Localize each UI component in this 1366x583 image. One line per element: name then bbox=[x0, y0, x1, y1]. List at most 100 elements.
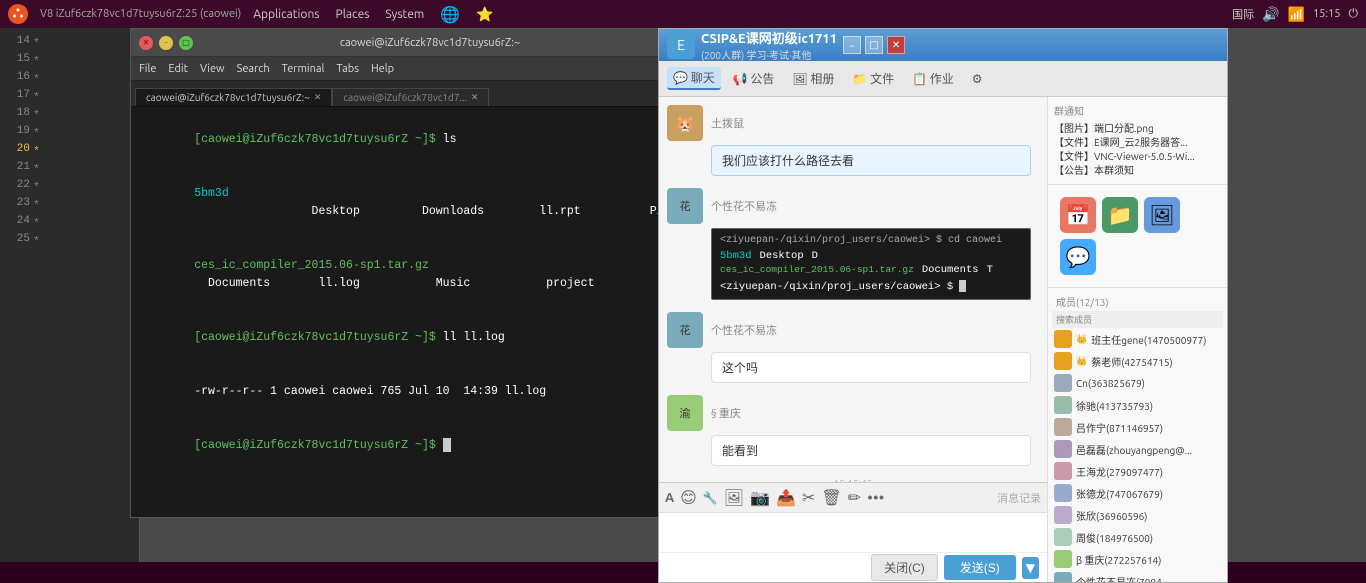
menu-view[interactable]: View bbox=[200, 63, 225, 75]
line-row-15: 15 * bbox=[0, 50, 139, 68]
chat-input-field[interactable] bbox=[659, 513, 1047, 552]
chat-close-btn[interactable]: ✕ bbox=[887, 36, 905, 54]
tool-delete[interactable]: 🗑 bbox=[821, 488, 841, 507]
chat-window-buttons: − □ ✕ bbox=[843, 36, 905, 54]
line-24-dot: * bbox=[34, 216, 39, 227]
sidebar-apps-section: 📅 📁 🖼 💬 bbox=[1048, 185, 1227, 288]
member-wang[interactable]: 王海龙(279097477) bbox=[1052, 460, 1223, 482]
member-name-xu: 徐驰(413735793) bbox=[1076, 398, 1153, 413]
network-icon[interactable]: 📶 bbox=[1288, 6, 1305, 23]
avatar-2: 花 bbox=[667, 188, 703, 224]
power-icon[interactable]: ⏻ bbox=[1349, 7, 1359, 21]
menu-terminal[interactable]: Terminal bbox=[282, 63, 325, 75]
msg-header-1: 🐹 土拨鼠 bbox=[667, 105, 1039, 141]
sidebar-notice-3[interactable]: 【文件】VNC-Viewer-5.0.5-Wi... bbox=[1054, 150, 1221, 164]
line-15: 15 bbox=[0, 53, 30, 65]
term-line-3: ces_ic_compiler_2015.06-sp1.tar.gz Docum… bbox=[139, 239, 661, 311]
sidebar-members-section: 成员(12/13) 搜索成员 👑 班主任gene(1470500977) 👑 蔡… bbox=[1048, 288, 1227, 582]
member-zhang-de[interactable]: 张德龙(747067679) bbox=[1052, 482, 1223, 504]
sidebar-notice-1[interactable]: 【图片】端口分配.png bbox=[1054, 122, 1221, 136]
menu-help[interactable]: Help bbox=[371, 63, 394, 75]
member-flower[interactable]: 个性花不易冻(7994... bbox=[1052, 570, 1223, 582]
sidebar-app-calendar[interactable]: 📅 bbox=[1060, 197, 1096, 233]
topbar-menu: Applications Places System 🌐 ⭐ bbox=[253, 5, 493, 24]
sidebar-app-album[interactable]: 🖼 bbox=[1144, 197, 1180, 233]
member-admin-teacher[interactable]: 👑 蔡老师(42754715) bbox=[1052, 350, 1223, 372]
member-name-flower: 个性花不易冻(7994... bbox=[1076, 574, 1169, 583]
chat-close-button[interactable]: 关闭(C) bbox=[871, 554, 938, 581]
language-indicator: 国际 bbox=[1232, 6, 1254, 22]
menu-edit[interactable]: Edit bbox=[168, 63, 188, 75]
chat-tab-settings[interactable]: ⚙ bbox=[966, 70, 989, 88]
send-dropdown-icon[interactable]: ▼ bbox=[1022, 557, 1039, 579]
ubuntu-logo[interactable] bbox=[8, 4, 28, 24]
member-zhou[interactable]: 邑磊磊(zhouyangpeng@... bbox=[1052, 438, 1223, 460]
chat-tab-notice[interactable]: 📢 公告 bbox=[727, 68, 781, 89]
line-25: 25 bbox=[0, 233, 30, 245]
tool-more[interactable]: ••• bbox=[867, 489, 884, 507]
member-chongqing[interactable]: β 重庆(272257614) bbox=[1052, 548, 1223, 570]
member-cn[interactable]: Cn(363825679) bbox=[1052, 372, 1223, 394]
member-xu[interactable]: 徐驰(413735793) bbox=[1052, 394, 1223, 416]
line-24: 24 bbox=[0, 215, 30, 227]
terminal-tab-1[interactable]: caowei@iZuf6czk78vc1d7tuysu6rZ:~ ✕ bbox=[135, 88, 332, 106]
line-21-dot: * bbox=[34, 162, 39, 173]
msg-header-2: 花 个性花不易冻 bbox=[667, 188, 1039, 224]
desktop: 14 * 15 * 16 * 17 * 18 * 19 * 20 * 21 * bbox=[0, 28, 1366, 562]
tool-upload[interactable]: 📤 bbox=[776, 488, 796, 507]
chat-send-button[interactable]: 发送(S) bbox=[944, 555, 1016, 580]
menu-tabs[interactable]: Tabs bbox=[336, 63, 359, 75]
sidebar-app-files[interactable]: 📁 bbox=[1102, 197, 1138, 233]
terminal-close-btn[interactable]: ✕ bbox=[139, 36, 153, 50]
sidebar-app-qq[interactable]: 💬 bbox=[1060, 239, 1096, 275]
line-row-20: 20 * bbox=[0, 140, 139, 158]
member-lv[interactable]: 吕作宁(871146957) bbox=[1052, 416, 1223, 438]
tool-font[interactable]: A bbox=[665, 491, 674, 505]
terminal-tab-2[interactable]: caowei@iZuf6czk78vc1d7... ✕ bbox=[332, 88, 489, 106]
chat-maximize-btn[interactable]: □ bbox=[865, 36, 883, 54]
member-name-chongqing: β 重庆(272257614) bbox=[1076, 552, 1161, 567]
terminal-minimize-btn[interactable]: − bbox=[159, 36, 173, 50]
member-admin-gene[interactable]: 👑 班主任gene(1470500977) bbox=[1052, 328, 1223, 350]
volume-icon[interactable]: 🔊 bbox=[1262, 6, 1279, 23]
bookmark-icon: ⭐ bbox=[476, 6, 493, 23]
chat-minimize-btn[interactable]: − bbox=[843, 36, 861, 54]
terminal-tabs: caowei@iZuf6czk78vc1d7tuysu6rZ:~ ✕ caowe… bbox=[131, 81, 669, 107]
tool-screenshot[interactable]: 📷 bbox=[750, 488, 770, 507]
menu-applications[interactable]: Applications bbox=[253, 8, 319, 21]
sidebar-notice-section: 群通知 【图片】端口分配.png 【文件】E课网_云2服务器答... 【文件】V… bbox=[1048, 97, 1227, 185]
terminal-body[interactable]: [caowei@iZuf6czk78vc1d7tuysu6rZ ~]$ ls 5… bbox=[131, 107, 669, 517]
sidebar-notice-2[interactable]: 【文件】E课网_云2服务器答... bbox=[1054, 136, 1221, 150]
menu-search[interactable]: Search bbox=[237, 63, 270, 75]
chat-tab-album[interactable]: 🖼 相册 bbox=[786, 68, 840, 89]
menu-system[interactable]: System bbox=[385, 8, 424, 21]
avatar-1: 🐹 bbox=[667, 105, 703, 141]
tool-cut[interactable]: ✂ bbox=[802, 488, 815, 507]
tab1-close[interactable]: ✕ bbox=[314, 92, 322, 103]
history-link[interactable]: 消息记录 bbox=[997, 490, 1041, 506]
member-zhang-xin[interactable]: 张欣(36960596) bbox=[1052, 504, 1223, 526]
menu-file[interactable]: File bbox=[139, 63, 156, 75]
chat-subtitle: (200人群) 学习·考试·其他 bbox=[701, 47, 837, 62]
sender-name-2: 个性花不易冻 bbox=[711, 198, 777, 214]
chat-tab-files[interactable]: 📁 文件 bbox=[846, 68, 900, 89]
member-zhou-jun[interactable]: 周俊(184976500) bbox=[1052, 526, 1223, 548]
chat-messages[interactable]: 🐹 土拨鼠 我们应该打什么路径去看 花 个性花不易冻 bbox=[659, 97, 1047, 482]
chat-input-area: A 😊 🔧 🖼 📷 📤 ✂ 🗑 ✏ ••• 消息记录 关闭 bbox=[659, 482, 1047, 582]
tool-emoji[interactable]: 😊 bbox=[680, 488, 697, 507]
menu-places[interactable]: Places bbox=[336, 8, 370, 21]
tool-image[interactable]: 🖼 bbox=[724, 488, 744, 507]
line-row-23: 23 * bbox=[0, 194, 139, 212]
member-name-cn: Cn(363825679) bbox=[1076, 378, 1145, 389]
sidebar-notice-4[interactable]: 【公告】本群须知 bbox=[1054, 164, 1221, 178]
sender-name-3: 个性花不易冻 bbox=[711, 322, 777, 338]
chat-tab-chat[interactable]: 💬 聊天 bbox=[667, 67, 721, 90]
tool-shake[interactable]: 🔧 bbox=[703, 491, 718, 505]
chat-tab-homework[interactable]: 📋 作业 bbox=[906, 68, 960, 89]
topbar-right: 国际 🔊 📶 15:15 ⏻ bbox=[1232, 6, 1358, 23]
member-name-wang: 王海龙(279097477) bbox=[1076, 464, 1163, 479]
line-17: 17 bbox=[0, 89, 30, 101]
tool-pencil[interactable]: ✏ bbox=[848, 488, 861, 507]
terminal-maximize-btn[interactable]: □ bbox=[179, 36, 193, 50]
tab2-close[interactable]: ✕ bbox=[471, 92, 479, 103]
